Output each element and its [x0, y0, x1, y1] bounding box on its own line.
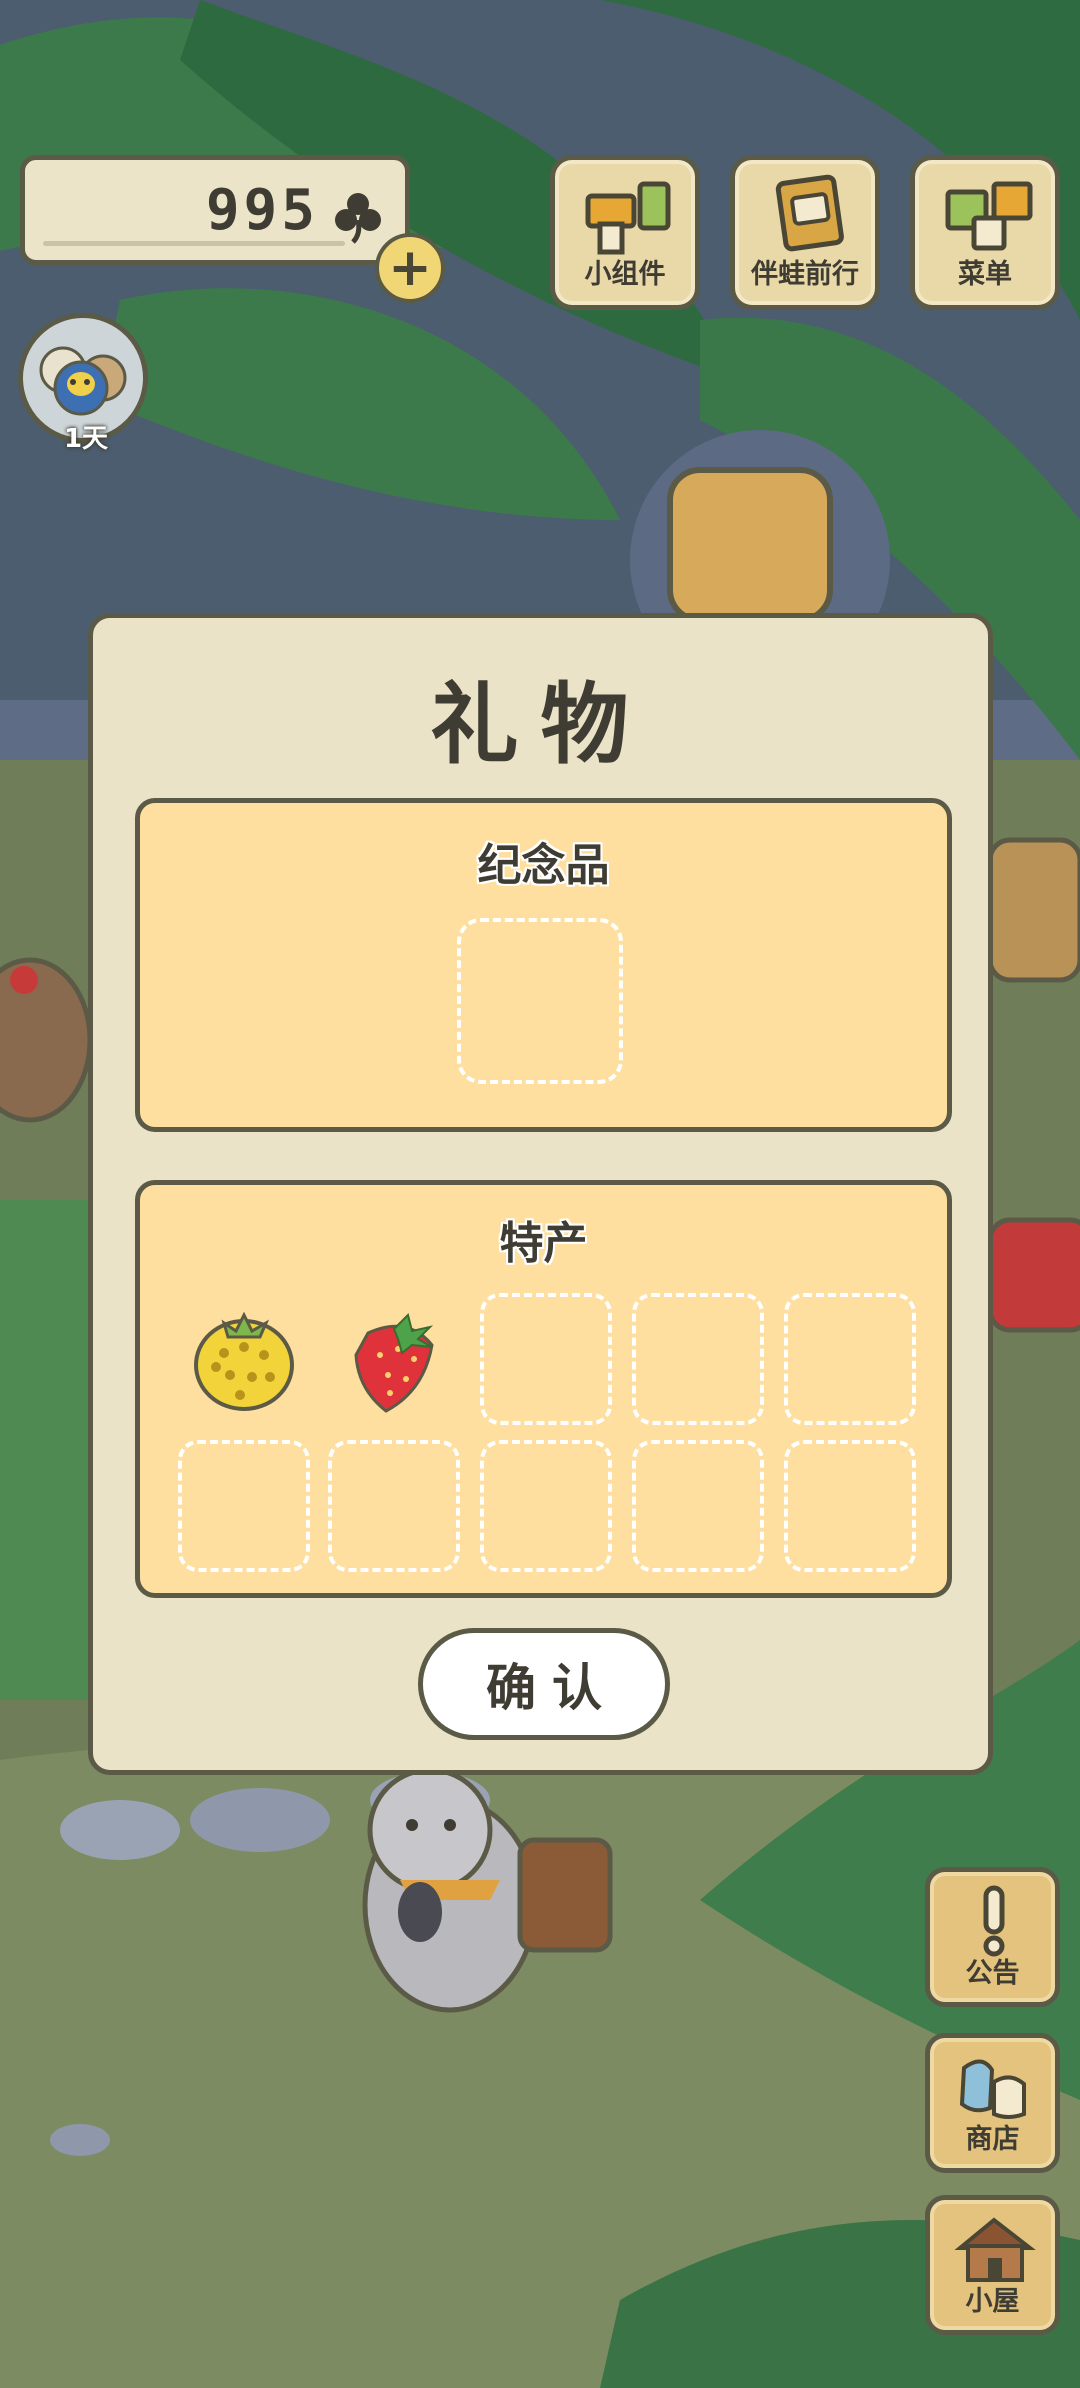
- menu-button-label: 菜单: [958, 259, 1012, 290]
- clover-count: 995: [205, 178, 319, 243]
- specialty-slot[interactable]: [480, 1293, 612, 1425]
- menu-icon: [945, 181, 1033, 251]
- shop-button[interactable]: 商店: [925, 2033, 1060, 2173]
- currency-bar: 995: [20, 155, 410, 265]
- specialty-slot[interactable]: [328, 1440, 460, 1572]
- specialty-slot[interactable]: [632, 1293, 764, 1425]
- menu-button[interactable]: 菜单: [910, 155, 1060, 310]
- souvenir-panel: 纪念品: [135, 798, 952, 1132]
- confirm-button[interactable]: 确认: [418, 1628, 670, 1740]
- souvenir-slot[interactable]: [457, 918, 623, 1084]
- notice-button[interactable]: 公告: [925, 1867, 1060, 2007]
- souvenir-title: 纪念品: [477, 840, 610, 891]
- widget-button[interactable]: 小组件: [550, 155, 700, 310]
- specialty-panel: 特产: [135, 1180, 952, 1598]
- kiwano-melon-icon[interactable]: [178, 1293, 310, 1425]
- specialty-slot[interactable]: [784, 1293, 916, 1425]
- currency-underline: [43, 241, 345, 246]
- house-button[interactable]: 小屋: [925, 2195, 1060, 2335]
- specialty-slot[interactable]: [178, 1440, 310, 1572]
- specialty-title: 特产: [499, 1218, 588, 1269]
- widget-button-label: 小组件: [584, 259, 666, 290]
- clover-icon: [335, 193, 381, 244]
- specialty-slot[interactable]: [632, 1440, 764, 1572]
- journey-button-label: 伴蛙前行: [751, 259, 859, 290]
- specialty-slot[interactable]: [480, 1440, 612, 1572]
- shop-button-label: 商店: [965, 2124, 1020, 2155]
- house-button-label: 小屋: [965, 2286, 1020, 2317]
- strawberry-icon[interactable]: [328, 1293, 460, 1425]
- house-icon: [954, 2217, 1036, 2282]
- dialog-title: 礼物: [430, 673, 651, 776]
- journey-icon: [775, 174, 844, 252]
- gift-dialog: 礼物 纪念品 特产 确认: [88, 613, 993, 1775]
- shop-icon: [959, 2059, 1026, 2119]
- notice-button-label: 公告: [965, 1958, 1020, 1989]
- notice-icon: [983, 1885, 1005, 1957]
- add-currency-button[interactable]: +: [375, 233, 445, 303]
- widget-icon: [585, 181, 671, 255]
- specialty-slot[interactable]: [784, 1440, 916, 1572]
- avatar-day-label: 1天: [63, 424, 109, 454]
- journey-button[interactable]: 伴蛙前行: [730, 155, 880, 310]
